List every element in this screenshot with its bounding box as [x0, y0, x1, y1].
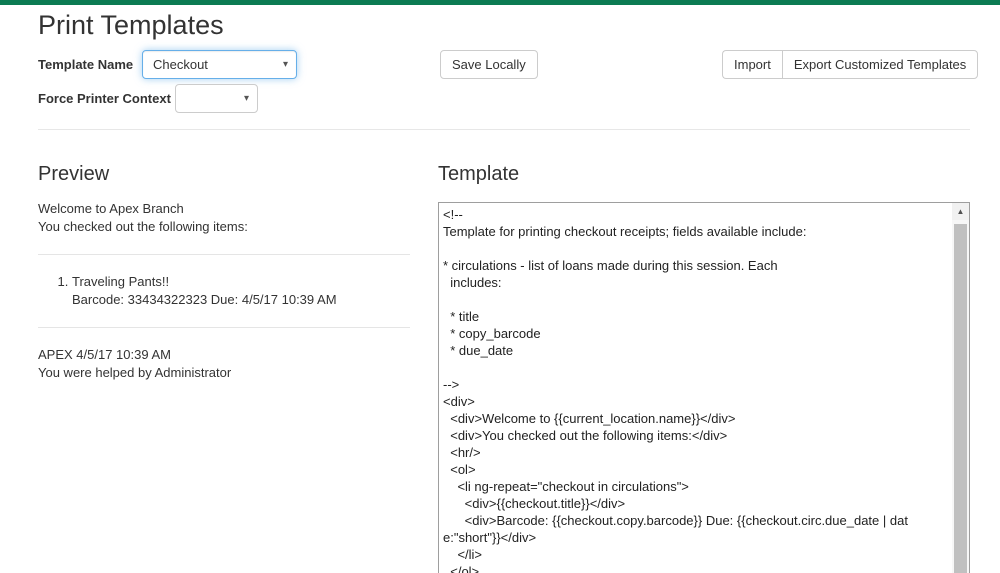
template-name-selected-value: Checkout	[153, 57, 208, 72]
receipt-intro: You checked out the following items:	[38, 218, 410, 236]
export-templates-button[interactable]: Export Customized Templates	[782, 50, 978, 79]
chevron-down-icon: ▾	[283, 51, 288, 78]
template-editor-content: <!-- Template for printing checkout rece…	[440, 204, 914, 573]
item-title: Traveling Pants!!	[72, 273, 410, 291]
template-heading: Template	[438, 163, 519, 186]
chevron-down-icon: ▾	[244, 85, 249, 112]
force-printer-context-label: Force Printer Context	[38, 84, 171, 113]
section-divider	[38, 129, 970, 130]
import-button[interactable]: Import	[722, 50, 782, 79]
receipt-preview: Welcome to Apex Branch You checked out t…	[38, 200, 410, 382]
item-details: Barcode: 33434322323 Due: 4/5/17 10:39 A…	[72, 291, 410, 309]
preview-heading: Preview	[38, 163, 109, 186]
scrollbar-track[interactable]: ▲	[952, 203, 969, 573]
print-templates-page: Print Templates Template Name Checkout ▾…	[0, 0, 1000, 573]
template-name-label: Template Name	[38, 50, 133, 79]
scroll-up-icon[interactable]: ▲	[952, 203, 969, 220]
template-editor-textarea[interactable]: <!-- Template for printing checkout rece…	[438, 202, 970, 573]
page-title: Print Templates	[38, 10, 224, 41]
receipt-divider	[38, 254, 410, 255]
receipt-greeting: Welcome to Apex Branch	[38, 200, 410, 218]
receipt-footer-helped-by: You were helped by Administrator	[38, 364, 410, 382]
receipt-divider	[38, 327, 410, 328]
receipt-footer-location-time: APEX 4/5/17 10:39 AM	[38, 346, 410, 364]
list-item: Traveling Pants!! Barcode: 33434322323 D…	[72, 273, 410, 309]
force-printer-context-select[interactable]: ▾	[175, 84, 258, 113]
template-name-select[interactable]: Checkout ▾	[142, 50, 297, 79]
import-export-button-group: Import Export Customized Templates	[722, 50, 978, 79]
receipt-item-list: Traveling Pants!! Barcode: 33434322323 D…	[38, 273, 410, 309]
scrollbar-thumb[interactable]	[954, 224, 967, 573]
top-green-bar	[0, 0, 1000, 5]
save-locally-button[interactable]: Save Locally	[440, 50, 538, 79]
